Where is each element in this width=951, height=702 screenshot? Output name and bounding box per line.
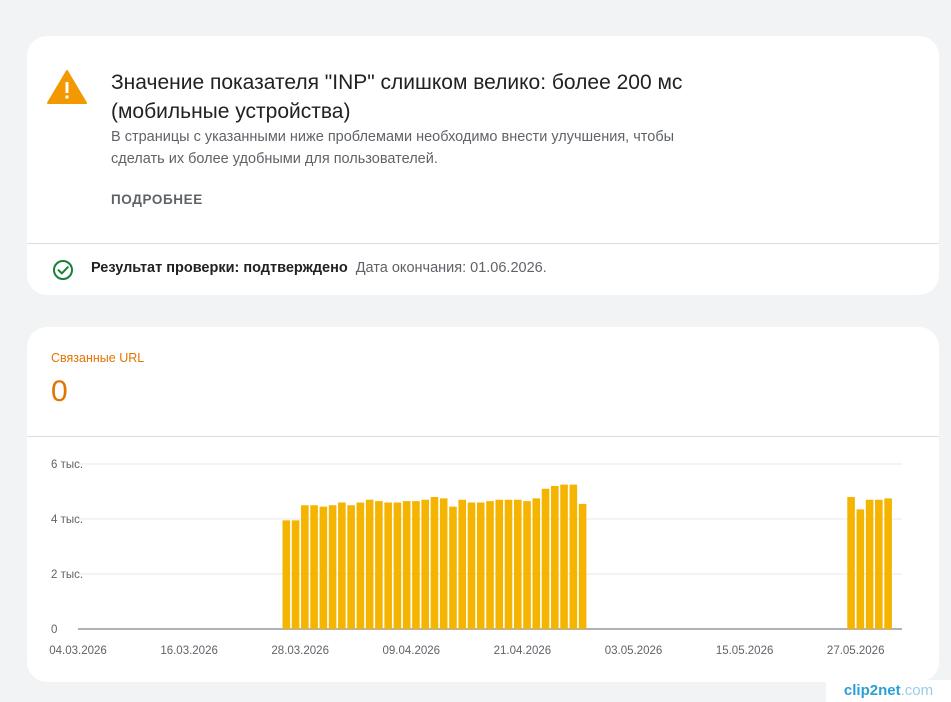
bar[interactable] (458, 499, 467, 629)
warning-icon (47, 70, 87, 104)
x-tick-label: 15.05.2026 (716, 645, 774, 657)
issue-card: Значение показателя "INP" слишком велико… (27, 36, 939, 295)
urls-chart: 0 2 тыс. 4 тыс. 6 тыс. 04.03.2026 16.03.2026 2… (49, 459, 902, 657)
bar[interactable] (551, 486, 559, 629)
bar[interactable] (875, 499, 883, 629)
x-tick-label: 21.04.2026 (494, 645, 552, 657)
y-tick-label: 4 тыс. (51, 514, 83, 526)
divider (27, 243, 939, 244)
bar[interactable] (291, 520, 300, 629)
x-tick-label: 28.03.2026 (271, 645, 329, 657)
learn-more-button[interactable]: ПОДРОБНЕЕ (111, 192, 203, 207)
x-tick-label: 04.03.2026 (49, 645, 107, 657)
bar[interactable] (569, 484, 578, 629)
bar[interactable] (560, 484, 568, 629)
bar[interactable] (347, 505, 355, 629)
y-tick-label: 0 (51, 624, 57, 636)
bar[interactable] (578, 503, 587, 629)
bar[interactable] (523, 501, 531, 629)
x-tick-label: 03.05.2026 (605, 645, 663, 657)
bar[interactable] (513, 499, 522, 629)
y-tick-label: 6 тыс. (51, 459, 83, 471)
validation-end-date: Дата окончания: 01.06.2026. (355, 260, 547, 276)
bar[interactable] (393, 502, 402, 630)
bar[interactable] (365, 499, 374, 629)
bar[interactable] (319, 506, 328, 629)
bar[interactable] (338, 502, 346, 630)
bar[interactable] (328, 505, 337, 629)
issue-title: Значение показателя "INP" слишком велико… (111, 71, 683, 123)
validation-status: Результат проверки: подтверждено Дата око… (91, 260, 547, 276)
y-tick-label: 2 тыс. (51, 569, 83, 581)
bar[interactable] (412, 501, 420, 629)
bar[interactable] (421, 499, 429, 629)
bar[interactable] (467, 502, 476, 630)
bar[interactable] (282, 520, 291, 629)
bar[interactable] (310, 505, 318, 629)
bar[interactable] (356, 502, 365, 630)
watermark-brand: clip2net (843, 682, 901, 699)
bar[interactable] (495, 499, 504, 629)
watermark-domain: .com (900, 682, 934, 699)
bar[interactable] (884, 498, 892, 629)
bar[interactable] (375, 501, 383, 629)
check-circle-icon (53, 260, 73, 280)
bar[interactable] (541, 488, 550, 629)
bar[interactable] (847, 497, 855, 629)
bar[interactable] (532, 498, 541, 629)
validation-status-label: Результат проверки: подтверждено (91, 260, 348, 276)
bar[interactable] (439, 498, 448, 629)
bar[interactable] (384, 502, 392, 630)
bar[interactable] (402, 501, 411, 629)
bar[interactable] (856, 509, 865, 629)
bar[interactable] (449, 506, 457, 629)
issue-description: В страницы с указанными ниже проблемами … (111, 129, 675, 167)
x-tick-label: 16.03.2026 (160, 645, 218, 657)
affected-urls-card: Связанные URL 0 02 тыс. 4 тыс. 6 тыс. 04.03… (27, 327, 939, 682)
watermark-logo: clip2net.com (826, 680, 951, 702)
bar[interactable] (504, 499, 513, 629)
bar[interactable] (865, 499, 874, 629)
bar[interactable] (301, 505, 309, 629)
bar[interactable] (430, 497, 439, 629)
bar[interactable] (486, 501, 494, 629)
bar[interactable] (476, 502, 485, 630)
x-tick-label: 09.04.2026 (383, 645, 441, 657)
x-tick-label: 27.05.2026 (827, 645, 885, 657)
